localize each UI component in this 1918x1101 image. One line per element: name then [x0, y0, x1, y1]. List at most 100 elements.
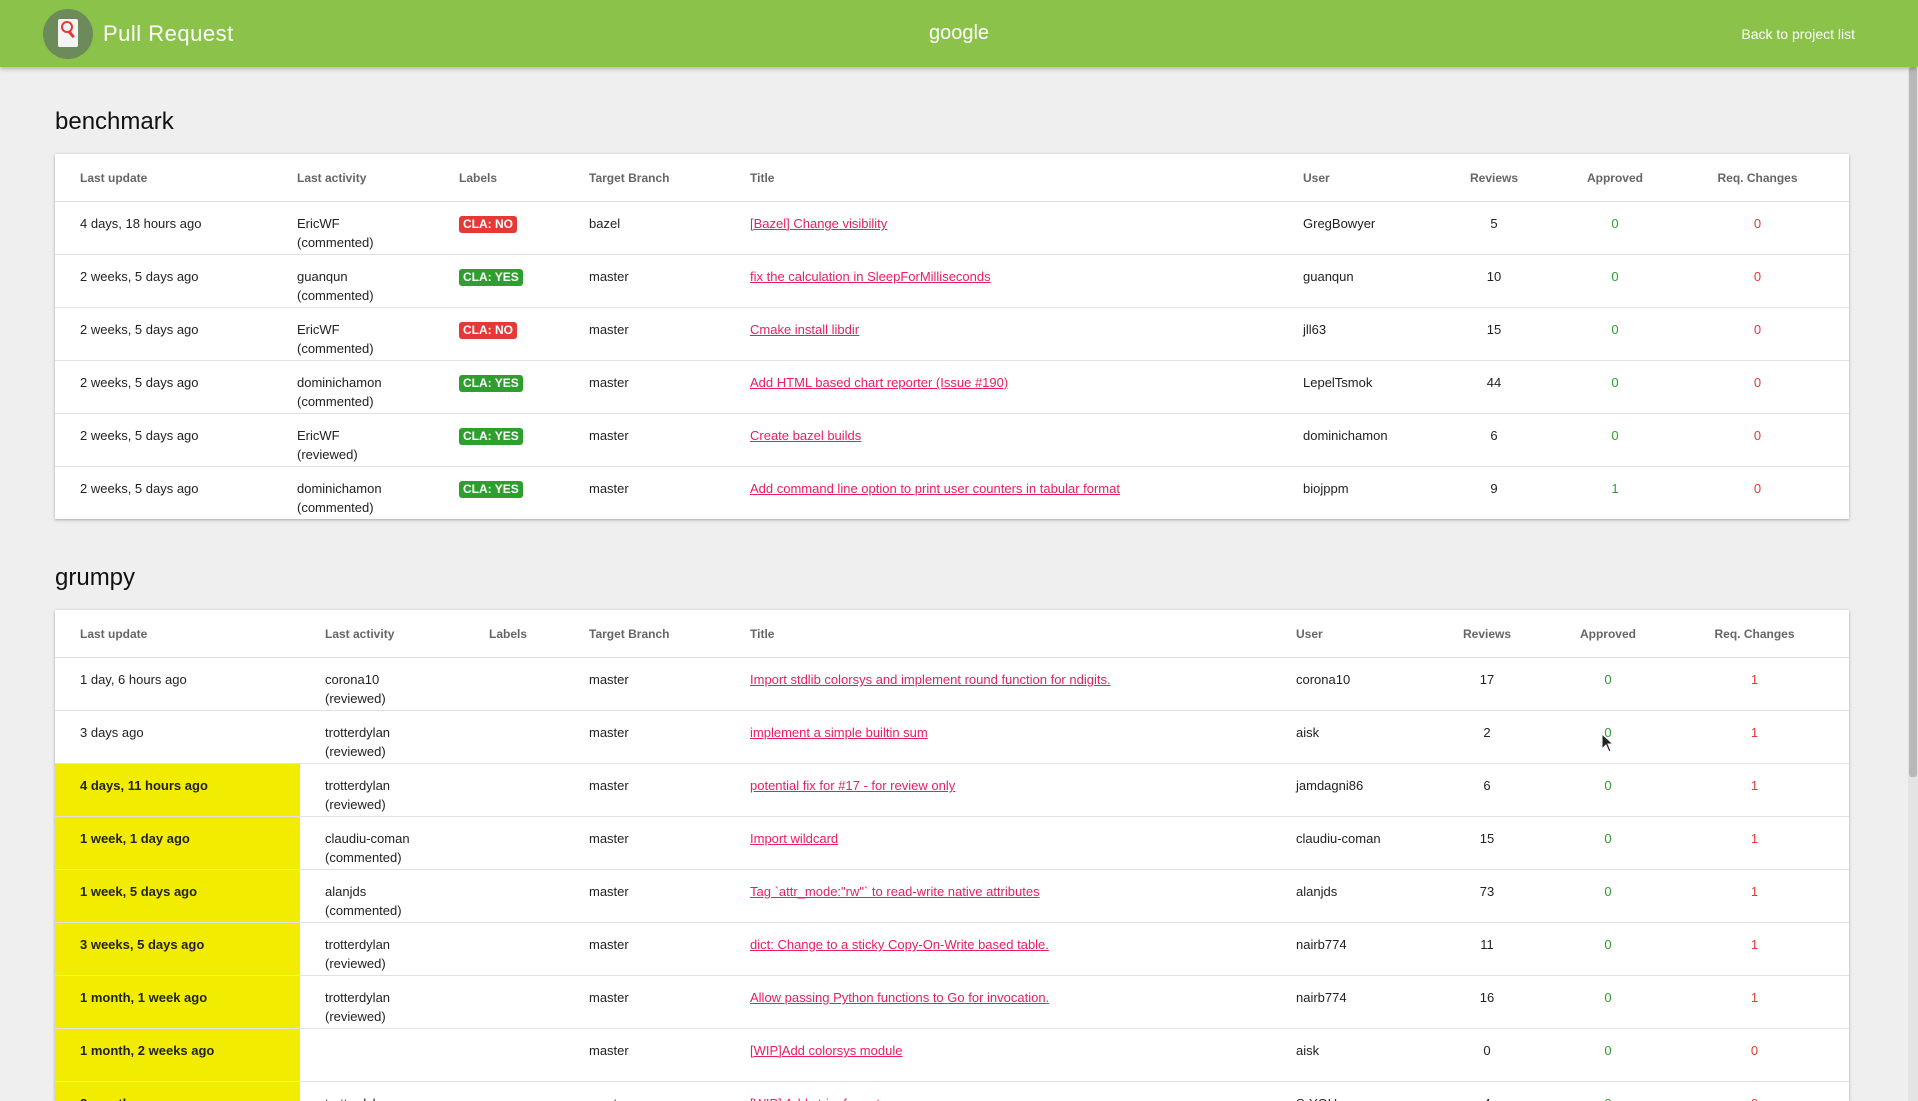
title-cell: potential fix for #17 - for review only	[725, 763, 1271, 817]
pull-request-title-link[interactable]: Add command line option to print user co…	[750, 481, 1120, 496]
column-header-reviews[interactable]: Reviews	[1418, 610, 1556, 658]
labels-cell	[464, 1028, 564, 1082]
pull-request-title-link[interactable]: Import stdlib colorsys and implement rou…	[750, 672, 1111, 687]
last-activity-cell: trotterdylan (reviewed)	[300, 710, 464, 764]
activity-kind: (commented)	[297, 235, 374, 250]
title-cell: [Bazel] Change visibility	[725, 201, 1278, 255]
column-header-user[interactable]: User	[1271, 610, 1418, 658]
pull-request-row[interactable]: 4 days, 18 hours ago EricWF (commented) CLA…	[55, 201, 1849, 255]
reviews-count: 6	[1483, 778, 1491, 793]
column-header-last-update[interactable]: Last update	[55, 610, 300, 658]
target-branch-text: master	[589, 672, 629, 687]
activity-kind: (commented)	[297, 341, 374, 356]
column-header-title[interactable]: Title	[725, 154, 1278, 202]
column-header-reviews[interactable]: Reviews	[1424, 154, 1564, 202]
last-activity-cell: corona10 (reviewed)	[300, 657, 464, 711]
cla-label-badge: CLA: YES	[459, 428, 523, 445]
req-changes-count: 0	[1753, 322, 1762, 337]
req-changes-count: 0	[1751, 1096, 1758, 1101]
approved-count: 0	[1604, 937, 1612, 952]
activity-user: dominichamon	[297, 481, 382, 496]
last-update-cell: 2 months ago	[55, 1081, 300, 1101]
column-header-approved[interactable]: Approved	[1556, 610, 1660, 658]
approved-count-cell: 1	[1564, 467, 1666, 520]
activity-user: trotterdylan	[325, 937, 391, 952]
column-header-title[interactable]: Title	[725, 610, 1271, 658]
last-update-text: 3 weeks, 5 days ago	[80, 937, 205, 952]
last-update-cell: 4 days, 11 hours ago	[55, 763, 300, 817]
pull-request-title-link[interactable]: Cmake install libdir	[750, 322, 859, 337]
cla-label-badge: CLA: YES	[459, 375, 523, 392]
pull-request-title-link[interactable]: Add HTML based chart reporter (Issue #19…	[750, 375, 1008, 390]
reviews-count-cell: 2	[1418, 710, 1556, 764]
pull-request-title-link[interactable]: Tag `attr_mode:"rw"` to read-write nativ…	[750, 884, 1040, 899]
pull-request-row[interactable]: 3 days ago trotterdylan (reviewed) master im…	[55, 710, 1849, 764]
approved-count-cell: 0	[1556, 922, 1660, 976]
reviews-count: 73	[1479, 884, 1495, 899]
activity-user: trotterdylan	[325, 778, 391, 793]
pull-request-title-link[interactable]: [WIP] Add stringformat	[750, 1096, 880, 1101]
pull-request-row[interactable]: 1 day, 6 hours ago corona10 (reviewed) mast…	[55, 657, 1849, 711]
table-header-row: Last update Last activity Labels Target …	[55, 154, 1849, 202]
column-header-last-activity[interactable]: Last activity	[300, 610, 464, 658]
pull-request-row[interactable]: 1 week, 5 days ago alanjds (commented) mast…	[55, 869, 1849, 923]
title-cell: Create bazel builds	[725, 413, 1278, 467]
pull-request-row[interactable]: 1 month, 2 weeks ago master [WIP]Add color…	[55, 1028, 1849, 1082]
app-brand-title[interactable]: Pull Request	[103, 21, 234, 47]
user-cell: biojppm	[1278, 467, 1424, 520]
pull-request-title-link[interactable]: Import wildcard	[750, 831, 838, 846]
pull-request-row[interactable]: 2 weeks, 5 days ago dominichamon (commente…	[55, 360, 1849, 414]
pull-request-title-link[interactable]: implement a simple builtin sum	[750, 725, 928, 740]
approved-count: 0	[1611, 375, 1619, 390]
pull-request-row[interactable]: 2 weeks, 5 days ago guanqun (commented) CLA…	[55, 254, 1849, 308]
pull-request-title-link[interactable]: dict: Change to a sticky Copy-On-Write b…	[750, 937, 1049, 952]
title-cell: fix the calculation in SleepForMilliseco…	[725, 254, 1278, 308]
pull-request-title-link[interactable]: [Bazel] Change visibility	[750, 216, 887, 231]
column-header-user[interactable]: User	[1278, 154, 1424, 202]
reviews-count-cell: 6	[1418, 763, 1556, 817]
column-header-last-update[interactable]: Last update	[55, 154, 272, 202]
column-header-target-branch[interactable]: Target Branch	[564, 154, 725, 202]
activity-kind: (reviewed)	[297, 447, 358, 462]
pull-request-logo-icon[interactable]	[43, 9, 93, 59]
column-header-labels[interactable]: Labels	[434, 154, 564, 202]
labels-cell: CLA: NO	[434, 307, 564, 361]
column-header-approved[interactable]: Approved	[1564, 154, 1666, 202]
column-header-req-changes[interactable]: Req. Changes	[1660, 610, 1849, 658]
pull-request-title-link[interactable]: [WIP]Add colorsys module	[750, 1043, 902, 1058]
scrollbar-thumb[interactable]	[1909, 67, 1917, 777]
pull-request-row[interactable]: 2 weeks, 5 days ago EricWF (reviewed) CLA: …	[55, 413, 1849, 467]
back-to-project-list-link[interactable]: Back to project list	[1741, 26, 1855, 42]
labels-cell	[464, 710, 564, 764]
pull-request-row[interactable]: 2 weeks, 5 days ago EricWF (commented) CLA:…	[55, 307, 1849, 361]
pull-request-row[interactable]: 3 weeks, 5 days ago trotterdylan (reviewed…	[55, 922, 1849, 976]
column-header-req-changes[interactable]: Req. Changes	[1666, 154, 1849, 202]
req-changes-count: 1	[1750, 725, 1759, 740]
pull-request-row[interactable]: 2 months ago trotterdylan master [WIP] Add …	[55, 1081, 1849, 1101]
labels-cell	[464, 763, 564, 817]
activity-kind: (reviewed)	[325, 956, 386, 971]
last-update-text: 2 weeks, 5 days ago	[80, 481, 199, 496]
column-header-target-branch[interactable]: Target Branch	[564, 610, 725, 658]
target-branch-text: master	[589, 269, 629, 284]
top-app-bar: Pull Request google Back to project list	[0, 0, 1918, 67]
pull-request-title-link[interactable]: fix the calculation in SleepForMilliseco…	[750, 269, 991, 284]
column-header-last-activity[interactable]: Last activity	[272, 154, 434, 202]
pull-request-title-link[interactable]: Allow passing Python functions to Go for…	[750, 990, 1049, 1005]
last-update-cell: 1 day, 6 hours ago	[55, 657, 300, 711]
pull-request-row[interactable]: 2 weeks, 5 days ago dominichamon (commente…	[55, 467, 1849, 520]
req-changes-count-cell: 1	[1660, 869, 1849, 923]
pull-request-row[interactable]: 1 week, 1 day ago claudiu-coman (commented…	[55, 816, 1849, 870]
approved-count-cell: 0	[1564, 360, 1666, 414]
approved-count-cell: 0	[1556, 1082, 1660, 1101]
column-header-labels[interactable]: Labels	[464, 610, 564, 658]
user-cell: LepelTsmok	[1278, 360, 1424, 414]
reviews-count: 10	[1486, 269, 1502, 284]
pull-request-title-link[interactable]: Create bazel builds	[750, 428, 861, 443]
last-update-text: 4 days, 11 hours ago	[80, 778, 208, 793]
pull-request-row[interactable]: 4 days, 11 hours ago trotterdylan (reviewe…	[55, 763, 1849, 817]
pull-request-title-link[interactable]: potential fix for #17 - for review only	[750, 778, 955, 793]
last-activity-cell: alanjds (commented)	[300, 869, 464, 923]
pull-request-row[interactable]: 1 month, 1 week ago trotterdylan (reviewed…	[55, 975, 1849, 1029]
activity-kind: (reviewed)	[325, 691, 386, 706]
